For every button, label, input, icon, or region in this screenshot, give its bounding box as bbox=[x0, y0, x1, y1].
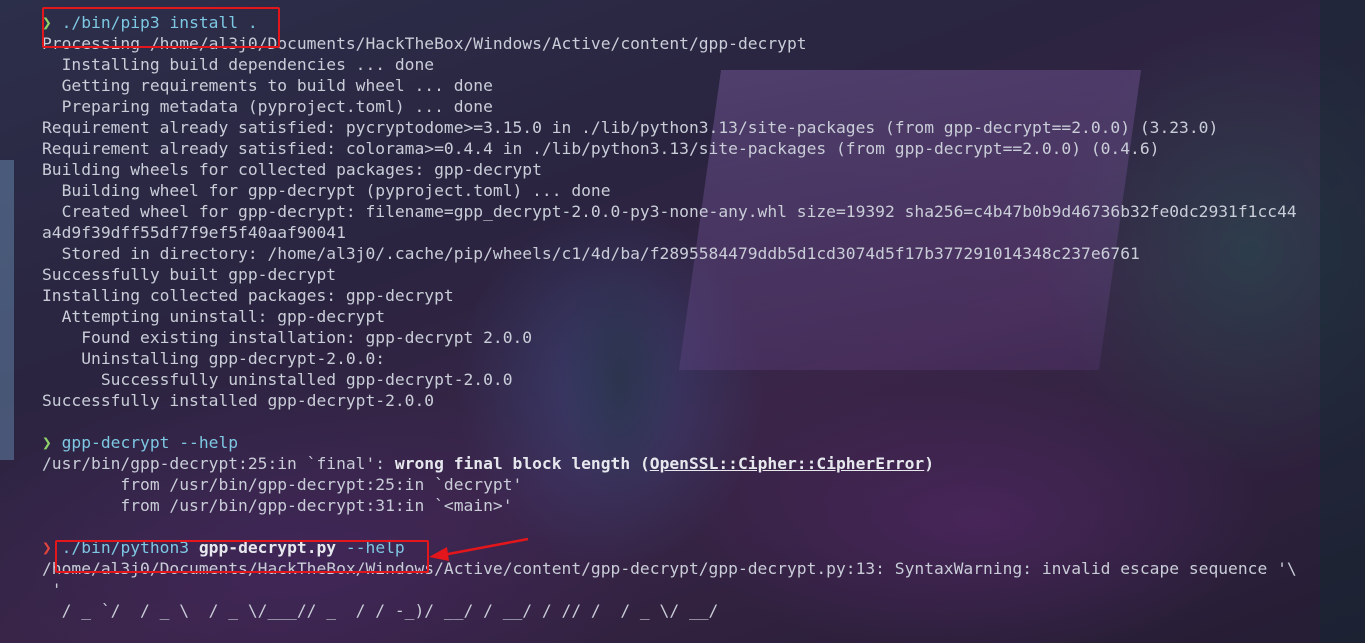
output-line: Successfully uninstalled gpp-decrypt-2.0… bbox=[42, 369, 1322, 390]
red-arrow-icon bbox=[429, 537, 529, 561]
output-line: Successfully installed gpp-decrypt-2.0.0 bbox=[42, 390, 1322, 411]
output-line: ' bbox=[42, 579, 1322, 600]
command-args: --help bbox=[169, 433, 239, 452]
output-text: Requirement already satisfied: pycryptod… bbox=[42, 118, 1219, 137]
output-line: Installing build dependencies ... done bbox=[42, 54, 1322, 75]
output-text: Attempting uninstall: gpp-decrypt bbox=[42, 307, 386, 326]
output-line: from /usr/bin/gpp-decrypt:31:in `<main>' bbox=[42, 495, 1322, 516]
output-line: Found existing installation: gpp-decrypt… bbox=[42, 327, 1322, 348]
error-location: /usr/bin/gpp-decrypt:25:in `final': bbox=[42, 454, 395, 473]
error-class: OpenSSL::Cipher::CipherError bbox=[649, 454, 925, 473]
output-line: Getting requirements to build wheel ... … bbox=[42, 75, 1322, 96]
output-text: Found existing installation: gpp-decrypt… bbox=[42, 328, 533, 347]
output-line: Installing collected packages: gpp-decry… bbox=[42, 285, 1322, 306]
error-paren: ( bbox=[630, 454, 650, 473]
command-name: gpp-decrypt bbox=[61, 433, 170, 452]
output-line: Created wheel for gpp-decrypt: filename=… bbox=[42, 201, 1322, 222]
highlight-box-python-command bbox=[55, 540, 429, 573]
output-text: / _ `/ / _ \ / _ \/___// _ / / -_)/ __/ … bbox=[42, 601, 719, 620]
output-line: Requirement already satisfied: pycryptod… bbox=[42, 117, 1322, 138]
output-text: a4d9f39dff55df7f9ef5f40aaf90041 bbox=[42, 223, 346, 242]
output-text: ' bbox=[42, 580, 62, 599]
output-text: Created wheel for gpp-decrypt: filename=… bbox=[42, 202, 1297, 221]
prompt-line: ❯ gpp-decrypt --help bbox=[42, 432, 1322, 453]
output-line: Successfully built gpp-decrypt bbox=[42, 264, 1322, 285]
error-message: wrong final block length bbox=[394, 454, 631, 473]
output-line: Preparing metadata (pyproject.toml) ... … bbox=[42, 96, 1322, 117]
output-line: Attempting uninstall: gpp-decrypt bbox=[42, 306, 1322, 327]
output-line: a4d9f39dff55df7f9ef5f40aaf90041 bbox=[42, 222, 1322, 243]
wallpaper-foliage bbox=[1320, 0, 1365, 643]
output-text: from /usr/bin/gpp-decrypt:31:in `<main>' bbox=[42, 496, 513, 515]
output-line: Requirement already satisfied: colorama>… bbox=[42, 138, 1322, 159]
output-text: Successfully installed gpp-decrypt-2.0.0 bbox=[42, 391, 435, 410]
output-text: Uninstalling gpp-decrypt-2.0.0: bbox=[42, 349, 386, 368]
output-text: Installing collected packages: gpp-decry… bbox=[42, 286, 454, 305]
wallpaper-strip bbox=[0, 160, 14, 460]
output-line: Stored in directory: /home/al3j0/.cache/… bbox=[42, 243, 1322, 264]
output-line: / _ `/ / _ \ / _ \/___// _ / / -_)/ __/ … bbox=[42, 600, 1322, 621]
output-line: from /usr/bin/gpp-decrypt:25:in `decrypt… bbox=[42, 474, 1322, 495]
output-text: from /usr/bin/gpp-decrypt:25:in `decrypt… bbox=[42, 475, 523, 494]
prompt-chevron-icon: ❯ bbox=[42, 538, 52, 557]
output-text: Preparing metadata (pyproject.toml) ... … bbox=[42, 97, 493, 116]
output-text: Building wheels for collected packages: … bbox=[42, 160, 542, 179]
highlight-box-pip-install bbox=[42, 7, 280, 48]
output-text: Getting requirements to build wheel ... … bbox=[42, 76, 493, 95]
error-paren-close: ) bbox=[924, 454, 935, 473]
output-line: Building wheels for collected packages: … bbox=[42, 159, 1322, 180]
output-line: /usr/bin/gpp-decrypt:25:in `final': wron… bbox=[42, 453, 1322, 474]
output-line: Uninstalling gpp-decrypt-2.0.0: bbox=[42, 348, 1322, 369]
output-line: Building wheel for gpp-decrypt (pyprojec… bbox=[42, 180, 1322, 201]
output-text: Requirement already satisfied: colorama>… bbox=[42, 139, 1160, 158]
prompt-chevron-icon: ❯ bbox=[42, 433, 52, 452]
output-text: Building wheel for gpp-decrypt (pyprojec… bbox=[42, 181, 611, 200]
output-text: Successfully built gpp-decrypt bbox=[42, 265, 337, 284]
output-text: Stored in directory: /home/al3j0/.cache/… bbox=[42, 244, 1140, 263]
output-text: Installing build dependencies ... done bbox=[42, 55, 435, 74]
output-text: Successfully uninstalled gpp-decrypt-2.0… bbox=[42, 370, 513, 389]
